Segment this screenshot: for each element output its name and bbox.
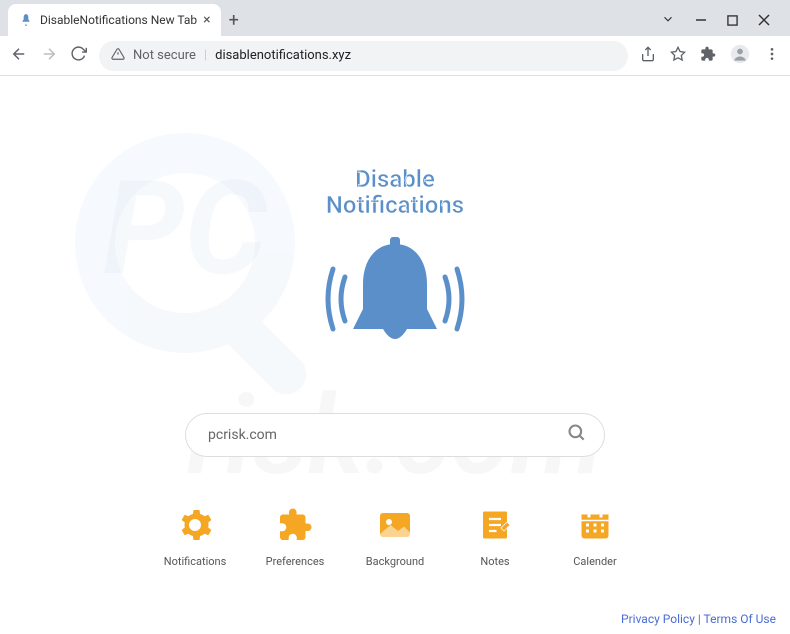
window-controls xyxy=(661,11,782,30)
new-tab-button[interactable]: + xyxy=(229,10,239,31)
shortcut-label: Notes xyxy=(480,555,509,568)
address-bar[interactable]: Not secure | disablenotifications.xyz xyxy=(99,41,628,71)
footer: Privacy Policy | Terms Of Use xyxy=(621,612,776,626)
warning-icon xyxy=(111,47,125,65)
shortcut-label: Notifications xyxy=(164,555,227,568)
extensions-icon[interactable] xyxy=(700,46,716,66)
browser-chrome: DisableNotifications New Tab × + Not sec… xyxy=(0,0,790,76)
close-tab-icon[interactable]: × xyxy=(203,12,210,28)
shortcut-label: Preferences xyxy=(266,555,325,568)
page-title: Disable Notifications xyxy=(0,166,790,219)
toolbar: Not secure | disablenotifications.xyz xyxy=(0,36,790,76)
reload-button[interactable] xyxy=(70,45,87,66)
search-input[interactable] xyxy=(185,413,605,457)
url-text: disablenotifications.xyz xyxy=(215,48,351,63)
privacy-link[interactable]: Privacy Policy xyxy=(621,612,695,626)
terms-link[interactable]: Terms Of Use xyxy=(704,612,776,626)
forward-button[interactable] xyxy=(40,45,58,67)
search-icon[interactable] xyxy=(567,423,587,447)
browser-tab[interactable]: DisableNotifications New Tab × xyxy=(8,4,221,36)
shortcut-label: Calender xyxy=(573,555,617,568)
title-line-2: Notifications xyxy=(0,192,790,218)
notepad-icon xyxy=(477,507,513,547)
bell-favicon xyxy=(18,12,34,28)
image-icon xyxy=(377,507,413,547)
tab-title: DisableNotifications New Tab xyxy=(40,13,197,27)
calendar-icon xyxy=(577,507,613,547)
search-container xyxy=(185,413,605,457)
minimize-icon[interactable] xyxy=(695,11,707,30)
profile-icon[interactable] xyxy=(730,44,750,68)
maximize-icon[interactable] xyxy=(727,11,738,30)
bell-logo xyxy=(0,229,790,373)
back-button[interactable] xyxy=(10,45,28,67)
shortcut-calendar[interactable]: Calender xyxy=(559,507,631,568)
menu-icon[interactable] xyxy=(764,46,780,66)
footer-separator: | xyxy=(695,612,704,626)
title-line-1: Disable xyxy=(0,166,790,192)
shortcut-notes[interactable]: Notes xyxy=(459,507,531,568)
shortcut-background[interactable]: Background xyxy=(359,507,431,568)
security-label: Not secure xyxy=(133,48,196,63)
tab-bar: DisableNotifications New Tab × + xyxy=(0,0,790,36)
shortcut-label: Background xyxy=(366,555,424,568)
puzzle-icon xyxy=(277,507,313,547)
hero: Disable Notifications xyxy=(0,76,790,373)
gear-icon xyxy=(177,507,213,547)
toolbar-icons xyxy=(640,44,780,68)
close-window-icon[interactable] xyxy=(758,11,770,30)
shortcut-preferences[interactable]: Preferences xyxy=(259,507,331,568)
share-icon[interactable] xyxy=(640,46,656,66)
shortcut-notifications[interactable]: Notifications xyxy=(159,507,231,568)
bookmark-icon[interactable] xyxy=(670,46,686,66)
caret-down-icon[interactable] xyxy=(661,11,675,30)
page-content: risk.com PC Disable Notifications xyxy=(0,76,790,634)
shortcuts: Notifications Preferences Background Not… xyxy=(0,507,790,568)
